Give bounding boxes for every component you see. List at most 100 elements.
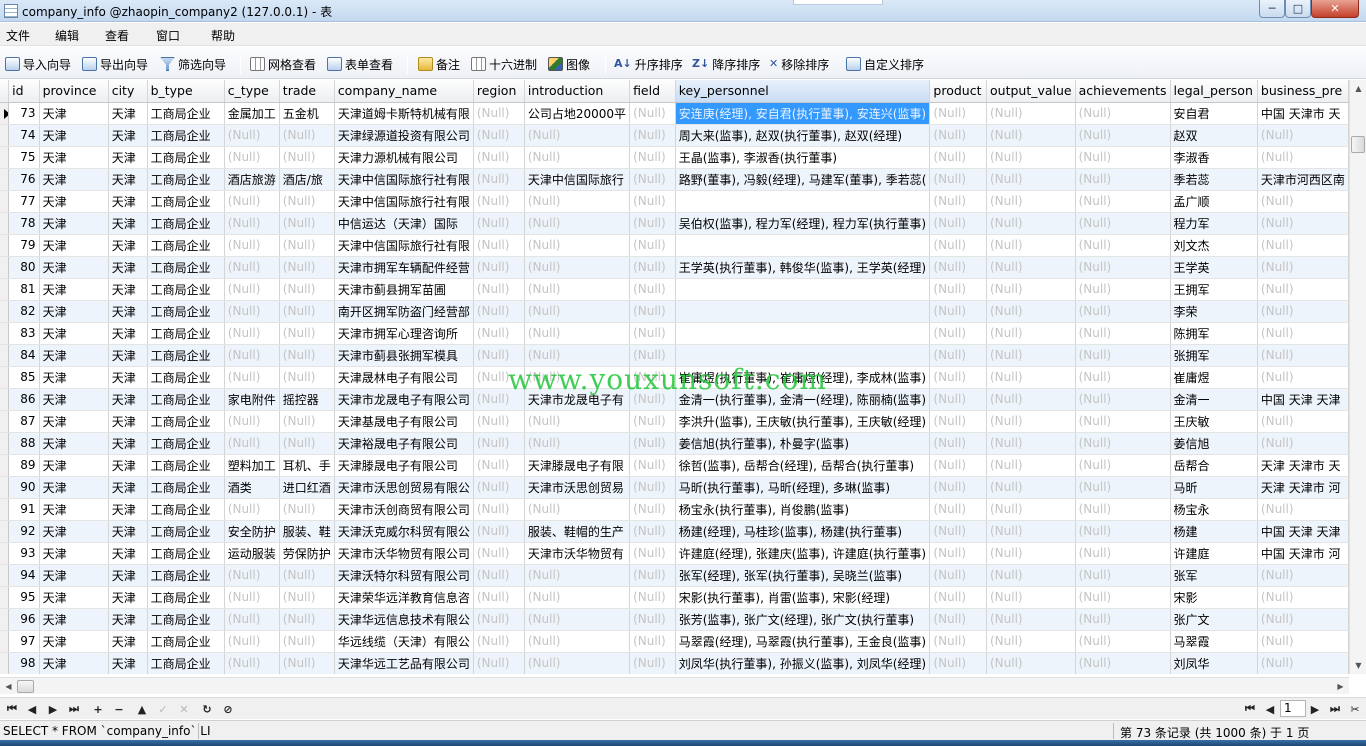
prev-page-icon[interactable]: ◀: [1262, 701, 1278, 717]
cell-achievements[interactable]: (Null): [1075, 454, 1171, 477]
cell-city[interactable]: 天津: [108, 234, 148, 257]
cell-city[interactable]: 天津: [108, 168, 148, 191]
cell-c-type[interactable]: 家电附件: [224, 388, 280, 411]
cell-region[interactable]: (Null): [473, 608, 525, 631]
cell-field[interactable]: (Null): [629, 432, 676, 455]
cell-field[interactable]: (Null): [629, 388, 676, 411]
cell-achievements[interactable]: (Null): [1075, 652, 1171, 674]
cell-b-type[interactable]: 工商局企业: [147, 542, 225, 565]
row-indicator[interactable]: [0, 124, 10, 147]
sort-asc-button[interactable]: A↓ 升序排序: [614, 55, 683, 73]
cell-introduction[interactable]: (Null): [524, 212, 631, 235]
cell-key-personnel[interactable]: 许建庭(经理), 张建庆(监事), 许建庭(执行董事): [675, 542, 931, 565]
cell-output-value[interactable]: (Null): [986, 300, 1076, 323]
cell-introduction[interactable]: (Null): [524, 432, 631, 455]
cell-region[interactable]: (Null): [473, 322, 525, 345]
cell-key-personnel[interactable]: 吴伯权(监事), 程力军(经理), 程力军(执行董事): [675, 212, 931, 235]
apply-changes-icon[interactable]: ✓: [155, 701, 171, 717]
cell-product[interactable]: (Null): [929, 102, 987, 125]
cell-product[interactable]: (Null): [929, 168, 987, 191]
cell-id[interactable]: 87: [8, 410, 40, 433]
cell-company-name[interactable]: 天津沃克威尔科贸有限公: [334, 520, 474, 543]
row-indicator[interactable]: [0, 256, 10, 279]
cell-field[interactable]: (Null): [629, 652, 676, 674]
row-indicator[interactable]: [0, 168, 10, 191]
cell-product[interactable]: (Null): [929, 322, 987, 345]
cell-b-type[interactable]: 工商局企业: [147, 146, 225, 169]
cell-achievements[interactable]: (Null): [1075, 630, 1171, 653]
cell-trade[interactable]: (Null): [279, 300, 335, 323]
cell-product[interactable]: (Null): [929, 124, 987, 147]
cell-field[interactable]: (Null): [629, 300, 676, 323]
cell-c-type[interactable]: (Null): [224, 256, 280, 279]
cell-trade[interactable]: (Null): [279, 322, 335, 345]
cell-province[interactable]: 天津: [39, 212, 109, 235]
cell-achievements[interactable]: (Null): [1075, 124, 1171, 147]
cell-legal-person[interactable]: 赵双: [1170, 124, 1258, 147]
table-row[interactable]: 94 天津 天津 工商局企业 (Null) (Null) 天津沃特尔科贸有限公司 (Null)…: [0, 564, 1349, 587]
cell-province[interactable]: 天津: [39, 454, 109, 477]
cell-trade[interactable]: (Null): [279, 278, 335, 301]
cell-province[interactable]: 天津: [39, 586, 109, 609]
cell-province[interactable]: 天津: [39, 564, 109, 587]
cell-trade[interactable]: (Null): [279, 586, 335, 609]
cell-achievements[interactable]: (Null): [1075, 256, 1171, 279]
cell-field[interactable]: (Null): [629, 168, 676, 191]
cell-trade[interactable]: (Null): [279, 366, 335, 389]
cell-b-type[interactable]: 工商局企业: [147, 234, 225, 257]
cell-region[interactable]: (Null): [473, 564, 525, 587]
cell-achievements[interactable]: (Null): [1075, 388, 1171, 411]
cell-id[interactable]: 84: [8, 344, 40, 367]
cell-b-type[interactable]: 工商局企业: [147, 608, 225, 631]
column-header-output-value[interactable]: output_value: [986, 80, 1076, 103]
cell-achievements[interactable]: (Null): [1075, 234, 1171, 257]
cell-output-value[interactable]: (Null): [986, 366, 1076, 389]
cell-city[interactable]: 天津: [108, 410, 148, 433]
cell-output-value[interactable]: (Null): [986, 410, 1076, 433]
cell-product[interactable]: (Null): [929, 608, 987, 631]
cell-region[interactable]: (Null): [473, 476, 525, 499]
cell-company-name[interactable]: 天津道姆卡斯特机械有限: [334, 102, 474, 125]
cell-legal-person[interactable]: 杨建: [1170, 520, 1258, 543]
column-header-id[interactable]: id: [8, 80, 40, 103]
row-indicator[interactable]: [0, 366, 10, 389]
cell-field[interactable]: (Null): [629, 124, 676, 147]
next-page-icon[interactable]: ▶: [1307, 701, 1323, 717]
cell-legal-person[interactable]: 孟广顺: [1170, 190, 1258, 213]
cell-trade[interactable]: (Null): [279, 630, 335, 653]
cell-achievements[interactable]: (Null): [1075, 278, 1171, 301]
cell-business-pre[interactable]: 中国 天津市 河: [1257, 542, 1349, 565]
cell-output-value[interactable]: (Null): [986, 432, 1076, 455]
cell-id[interactable]: 76: [8, 168, 40, 191]
cell-province[interactable]: 天津: [39, 608, 109, 631]
cell-legal-person[interactable]: 张广文: [1170, 608, 1258, 631]
cell-province[interactable]: 天津: [39, 256, 109, 279]
cell-c-type[interactable]: (Null): [224, 630, 280, 653]
table-row[interactable]: 75 天津 天津 工商局企业 (Null) (Null) 天津力源机械有限公司 (Null)(…: [0, 146, 1349, 169]
cell-city[interactable]: 天津: [108, 542, 148, 565]
table-row[interactable]: 97 天津 天津 工商局企业 (Null) (Null) 华远线缆（天津）有限公 (Null)…: [0, 630, 1349, 653]
cell-province[interactable]: 天津: [39, 124, 109, 147]
last-record-icon[interactable]: ⏭: [66, 701, 82, 717]
cell-id[interactable]: 98: [8, 652, 40, 674]
cell-c-type[interactable]: (Null): [224, 300, 280, 323]
menu-help[interactable]: 帮助: [211, 27, 235, 44]
table-row[interactable]: 84 天津 天津 工商局企业 (Null) (Null) 天津市蓟县张拥军模具 (Null)(…: [0, 344, 1349, 367]
cell-product[interactable]: (Null): [929, 432, 987, 455]
cell-province[interactable]: 天津: [39, 498, 109, 521]
cell-c-type[interactable]: 运动服装: [224, 542, 280, 565]
cell-b-type[interactable]: 工商局企业: [147, 476, 225, 499]
cell-field[interactable]: (Null): [629, 410, 676, 433]
cell-trade[interactable]: (Null): [279, 234, 335, 257]
cell-b-type[interactable]: 工商局企业: [147, 278, 225, 301]
cell-city[interactable]: 天津: [108, 476, 148, 499]
cell-key-personnel[interactable]: 徐哲(监事), 岳帮合(经理), 岳帮合(执行董事): [675, 454, 931, 477]
cell-product[interactable]: (Null): [929, 630, 987, 653]
cell-c-type[interactable]: 塑料加工: [224, 454, 280, 477]
cell-region[interactable]: (Null): [473, 102, 525, 125]
grid-view-button[interactable]: 网格查看: [250, 55, 316, 73]
cell-product[interactable]: (Null): [929, 498, 987, 521]
cell-output-value[interactable]: (Null): [986, 168, 1076, 191]
cell-province[interactable]: 天津: [39, 146, 109, 169]
cell-business-pre[interactable]: (Null): [1257, 212, 1349, 235]
